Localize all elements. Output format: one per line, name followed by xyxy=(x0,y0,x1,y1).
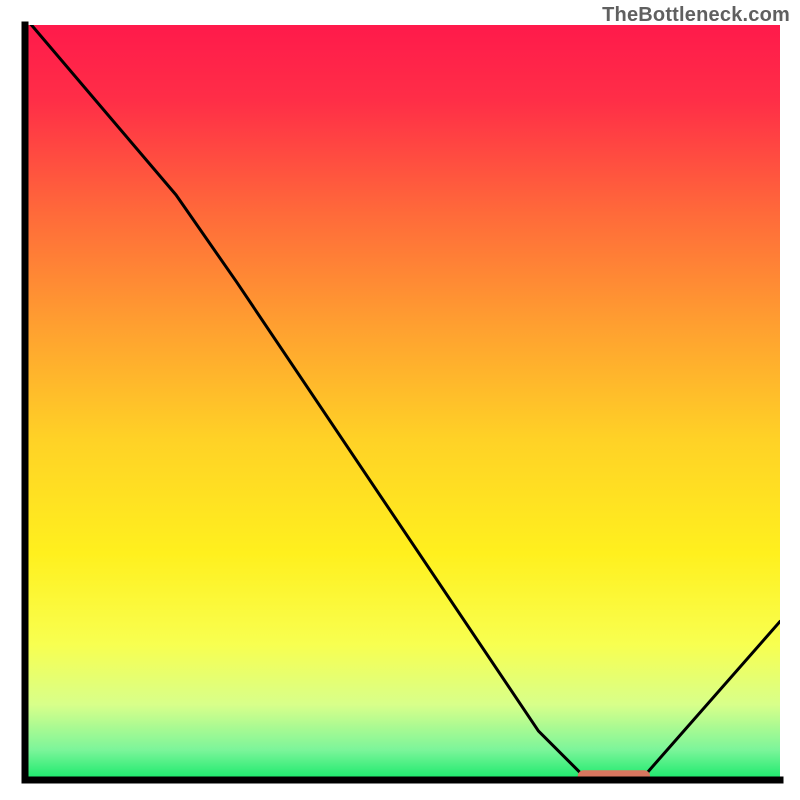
watermark-text: TheBottleneck.com xyxy=(602,4,790,27)
gradient-background xyxy=(25,25,780,780)
chart-stage: TheBottleneck.com xyxy=(0,0,800,800)
bottleneck-chart xyxy=(0,0,800,800)
